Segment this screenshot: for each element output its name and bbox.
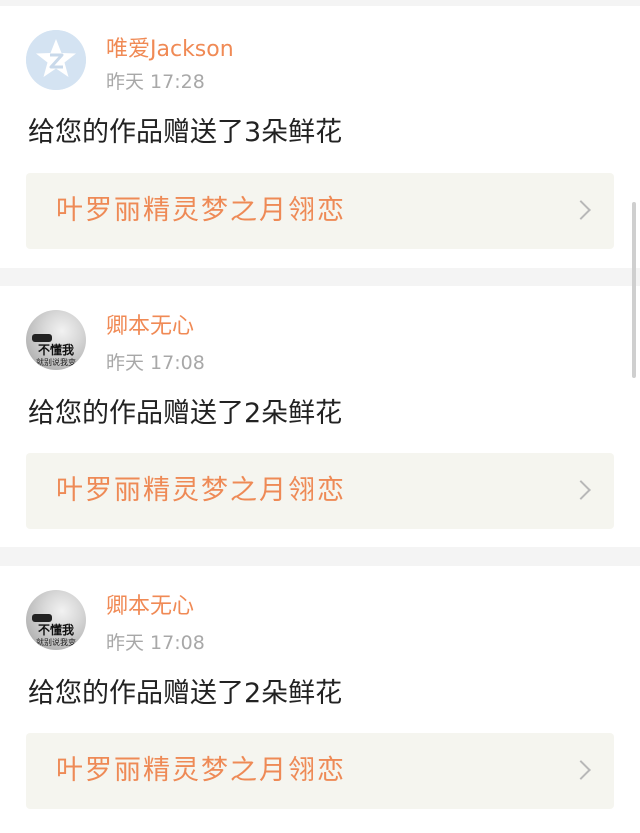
work-title: 叶罗丽精灵梦之月翎恋 xyxy=(56,195,346,226)
gift-message: 给您的作品赠送了2朵鲜花 xyxy=(28,398,343,429)
chevron-right-icon xyxy=(571,480,591,500)
avatar-subcaption: 就别说我变 xyxy=(36,638,76,647)
avatar[interactable]: 不懂我 就别说我变 xyxy=(26,590,86,650)
work-link[interactable]: 叶罗丽精灵梦之月翎恋 xyxy=(26,173,614,249)
z-star-logo-icon xyxy=(26,30,86,90)
timestamp: 昨天 17:08 xyxy=(106,632,205,654)
work-title: 叶罗丽精灵梦之月翎恋 xyxy=(56,475,346,506)
gift-message: 给您的作品赠送了3朵鲜花 xyxy=(28,117,343,148)
avatar-photo-glasses xyxy=(32,614,52,622)
work-link[interactable]: 叶罗丽精灵梦之月翎恋 xyxy=(26,733,614,809)
chevron-right-icon xyxy=(571,200,591,220)
work-title: 叶罗丽精灵梦之月翎恋 xyxy=(56,755,346,786)
username[interactable]: 卿本无心 xyxy=(106,313,194,341)
gift-message: 给您的作品赠送了2朵鲜花 xyxy=(28,678,343,709)
username[interactable]: 卿本无心 xyxy=(106,593,194,621)
work-link[interactable]: 叶罗丽精灵梦之月翎恋 xyxy=(26,453,614,529)
avatar-caption: 不懂我 xyxy=(37,343,74,357)
notification-card: 不懂我 就别说我变 卿本无心 昨天 17:08 给您的作品赠送了2朵鲜花 叶罗丽… xyxy=(0,566,640,833)
scrollbar[interactable] xyxy=(632,202,636,378)
avatar[interactable] xyxy=(26,30,86,90)
avatar-caption: 不懂我 xyxy=(37,623,74,637)
avatar-photo-glasses xyxy=(32,334,52,342)
notification-card: 不懂我 就别说我变 卿本无心 昨天 17:08 给您的作品赠送了2朵鲜花 叶罗丽… xyxy=(0,286,640,547)
timestamp: 昨天 17:08 xyxy=(106,352,205,374)
chevron-right-icon xyxy=(571,760,591,780)
username[interactable]: 唯爱Jackson xyxy=(106,36,234,64)
avatar[interactable]: 不懂我 就别说我变 xyxy=(26,310,86,370)
timestamp: 昨天 17:28 xyxy=(106,71,205,93)
avatar-subcaption: 就别说我变 xyxy=(36,358,76,367)
notification-card: 唯爱Jackson 昨天 17:28 给您的作品赠送了3朵鲜花 叶罗丽精灵梦之月… xyxy=(0,6,640,268)
